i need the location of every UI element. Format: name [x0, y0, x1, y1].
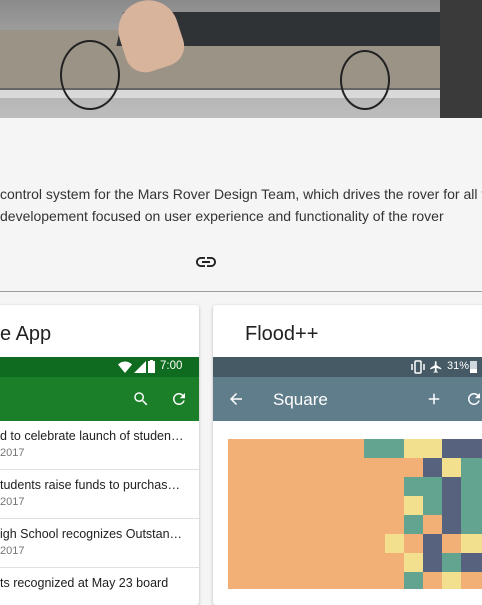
board-cell	[442, 515, 461, 534]
cable	[60, 40, 120, 110]
status-time: 7:00	[160, 360, 183, 372]
board-cell	[423, 534, 442, 553]
toolbar-title: Square	[273, 390, 328, 409]
card-title: e App	[0, 323, 52, 345]
board-cell	[423, 458, 442, 477]
board-cell	[461, 458, 482, 477]
project-description: control system for the Mars Rover Design…	[0, 183, 482, 227]
flood-board[interactable]	[228, 439, 482, 589]
board-cell	[461, 534, 482, 553]
description-line: control system for the Mars Rover Design…	[0, 186, 482, 202]
refresh-icon[interactable]	[170, 390, 188, 408]
board-cell	[404, 572, 423, 589]
board-cell	[404, 496, 423, 515]
board-cell	[423, 553, 442, 572]
board-cell	[442, 477, 461, 496]
news-title: igh School recognizes Outstand...	[0, 527, 185, 541]
link-icon[interactable]	[194, 250, 218, 274]
status-bar: 7:00	[0, 357, 199, 377]
status-bar: 31%	[213, 357, 482, 377]
list-item[interactable]: tudents raise funds to purchase ... 2017	[0, 470, 199, 519]
project-photo	[0, 0, 482, 118]
board-cell	[442, 439, 482, 458]
board-cell	[404, 553, 423, 572]
news-date: 2017	[0, 496, 25, 508]
airplane-icon	[430, 361, 442, 373]
back-arrow-icon[interactable]	[227, 390, 245, 408]
battery-icon	[148, 360, 155, 373]
news-date: 2017	[0, 545, 25, 557]
search-icon[interactable]	[132, 390, 150, 408]
battery-percent: 31%	[447, 360, 470, 372]
board-cell	[461, 515, 482, 534]
board-cell	[442, 553, 461, 572]
board-cell	[461, 477, 482, 515]
news-title: ts recognized at May 23 board	[0, 576, 169, 590]
refresh-icon[interactable]	[465, 390, 482, 408]
board-cell	[404, 477, 442, 496]
list-item[interactable]: igh School recognizes Outstand... 2017	[0, 519, 199, 568]
section-divider	[0, 291, 482, 292]
vibrate-icon	[411, 360, 425, 374]
signal-icon	[134, 361, 146, 373]
board-cell	[461, 553, 482, 572]
board-cell	[404, 515, 423, 534]
board-cell	[423, 496, 442, 515]
news-title: d to celebrate launch of student-...	[0, 429, 185, 443]
wifi-icon	[118, 361, 132, 373]
board-cell	[442, 496, 461, 515]
board-cell	[364, 439, 404, 458]
add-icon[interactable]	[425, 390, 443, 408]
description-line: developement focused on user experience …	[0, 208, 444, 224]
list-item[interactable]: ts recognized at May 23 board	[0, 568, 199, 605]
board-cell	[442, 572, 461, 589]
app-toolbar: Square	[213, 377, 482, 421]
board-cell	[385, 534, 404, 553]
battery-icon	[470, 361, 477, 373]
list-item[interactable]: d to celebrate launch of student-... 201…	[0, 421, 199, 470]
news-date: 2017	[0, 447, 25, 459]
board-cell	[442, 458, 461, 477]
card-title: Flood++	[245, 323, 319, 345]
project-card-flood[interactable]: Flood++ 31% Square	[213, 305, 482, 605]
project-card-app[interactable]: e App 7:00 d to celebrate launch of stud…	[0, 305, 199, 605]
person	[440, 0, 482, 118]
cable	[340, 50, 390, 110]
news-title: tudents raise funds to purchase ...	[0, 478, 185, 492]
board-cell	[404, 439, 442, 458]
news-list: d to celebrate launch of student-... 201…	[0, 421, 199, 605]
app-toolbar	[0, 377, 199, 421]
